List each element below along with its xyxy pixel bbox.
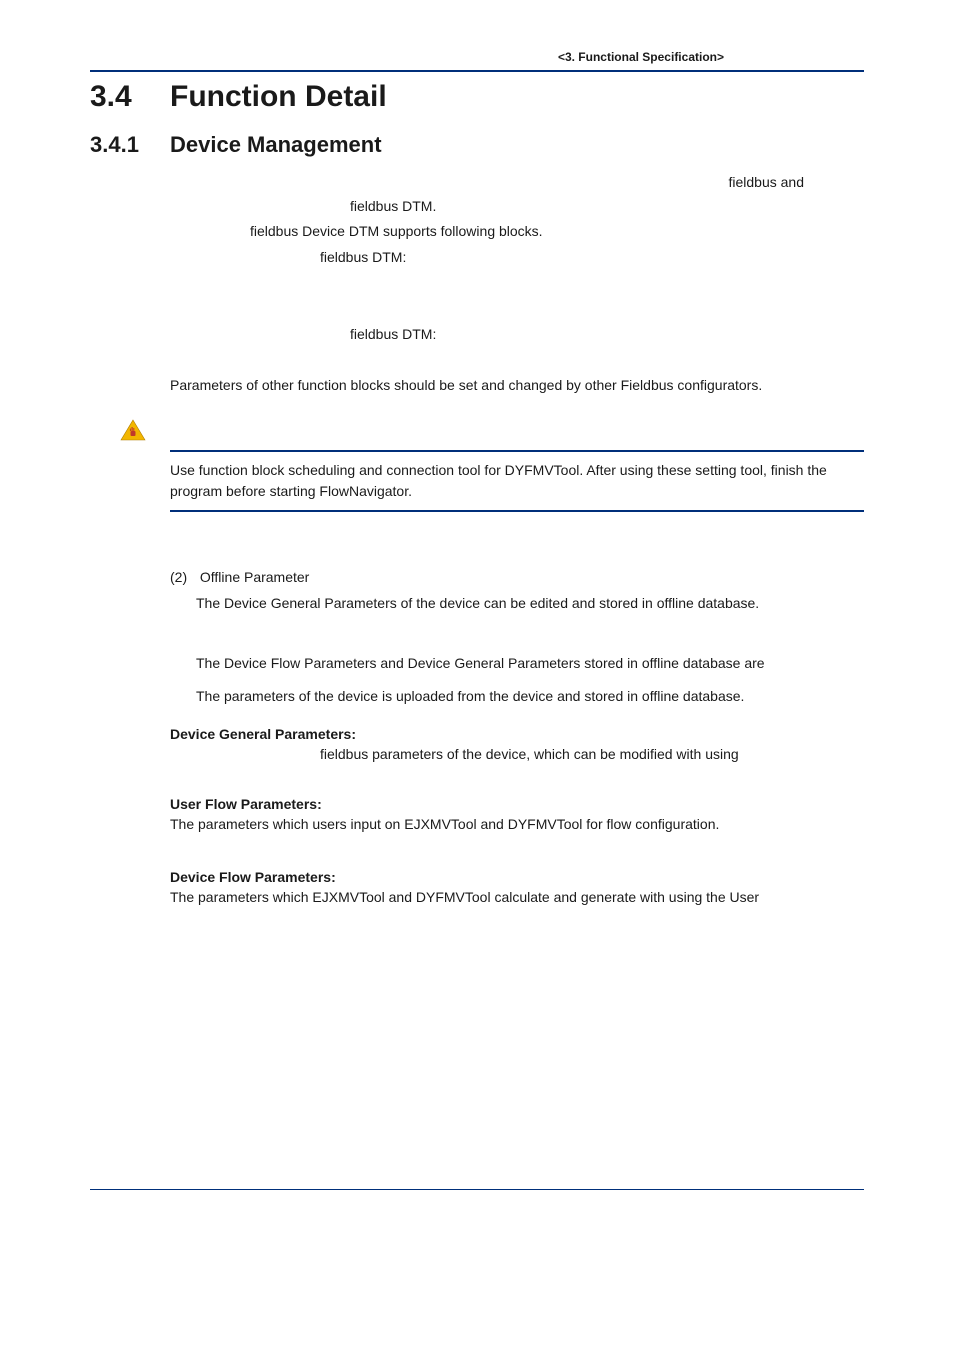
intro-line-1a: fieldbus and (170, 172, 864, 194)
sub2-body-2: The Device Flow Parameters and Device Ge… (196, 653, 864, 675)
page: <3. Functional Specification> 3.4Functio… (0, 0, 954, 1350)
dfp-body: The parameters which EJXMVTool and DYFMV… (170, 887, 864, 909)
important-box: Use function block scheduling and connec… (90, 419, 864, 512)
important-rule-top (170, 450, 864, 452)
header-rule (90, 70, 864, 72)
h1-number: 3.4 (90, 80, 170, 114)
content: 3.4Function Detail 3.4.1Device Managemen… (90, 50, 864, 909)
sub2-body-1: The Device General Parameters of the dev… (196, 593, 864, 615)
intro-line-3: fieldbus DTM: (170, 247, 864, 269)
h1-title: Function Detail (170, 80, 387, 113)
subsection-2: (2) Offline Parameter (170, 567, 864, 589)
h2-title: Device Management (170, 132, 382, 157)
dfp-label: Device Flow Parameters: (170, 869, 864, 885)
intro-block: fieldbus and fieldbus DTM. fieldbus Devi… (170, 172, 864, 345)
important-text: Use function block scheduling and connec… (170, 460, 864, 502)
ufp-body: The parameters which users input on EJXM… (170, 814, 864, 836)
dgp-body: fieldbus parameters of the device, which… (170, 744, 864, 766)
sub2-title: Offline Parameter (200, 569, 309, 585)
h2-number: 3.4.1 (90, 132, 170, 158)
dgp-label: Device General Parameters: (170, 726, 864, 742)
important-icon (120, 419, 146, 446)
intro-line-4: fieldbus DTM: (170, 324, 864, 346)
footer-rule (90, 1189, 864, 1190)
intro-line-1b: fieldbus DTM. (170, 196, 864, 218)
sub2-body-3: The parameters of the device is uploaded… (196, 686, 864, 708)
section-heading-1: 3.4Function Detail (90, 80, 864, 114)
important-rule-bottom (170, 510, 864, 512)
section-heading-2: 3.4.1Device Management (90, 132, 864, 158)
ufp-label: User Flow Parameters: (170, 796, 864, 812)
intro-line-2: fieldbus Device DTM supports following b… (170, 221, 864, 243)
header-breadcrumb: <3. Functional Specification> (558, 50, 724, 64)
intro-line-5: Parameters of other function blocks shou… (170, 375, 864, 397)
sub2-number: (2) (170, 567, 196, 589)
